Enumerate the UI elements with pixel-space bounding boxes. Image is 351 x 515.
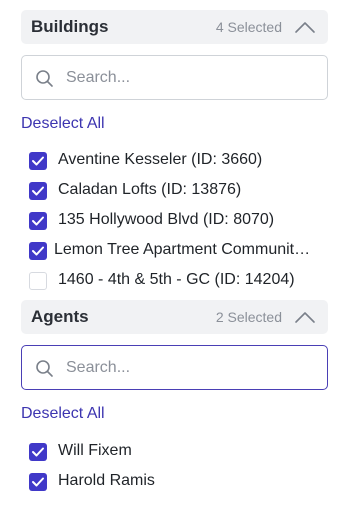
agents-deselect-all-link[interactable]: Deselect All (21, 405, 105, 423)
checkmark-icon (32, 156, 44, 166)
agents-selected-count: 2 Selected (215, 309, 282, 325)
buildings-title: Buildings (31, 17, 109, 36)
building-option-label: Lemon Tree Apartment Communit… (54, 241, 311, 258)
list-clip-fade (0, 290, 351, 298)
checkbox-unchecked[interactable] (29, 272, 47, 290)
checkmark-icon (32, 186, 44, 196)
agent-option[interactable]: Harold Ramis (29, 471, 327, 495)
checkbox-checked[interactable] (29, 473, 47, 491)
building-option[interactable]: Lemon Tree Apartment Communit… (29, 240, 327, 264)
building-option-label: 135 Hollywood Blvd (ID: 8070) (58, 211, 275, 228)
checkmark-icon (32, 246, 44, 256)
checkbox-checked[interactable] (29, 443, 47, 461)
checkbox-checked[interactable] (29, 242, 47, 260)
checkbox-checked[interactable] (29, 152, 47, 170)
checkmark-icon (32, 216, 44, 226)
building-option-label: Caladan Lofts (ID: 13876) (58, 181, 242, 198)
agent-option-label: Harold Ramis (58, 472, 155, 489)
buildings-section-header[interactable]: Buildings 4 Selected (21, 10, 328, 44)
agents-title: Agents (31, 307, 89, 326)
chevron-up-icon[interactable] (294, 309, 316, 325)
buildings-selected-count: 4 Selected (215, 19, 282, 35)
building-option-label: 1460 - 4th & 5th - GC (ID: 14204) (58, 271, 295, 288)
buildings-search-input[interactable] (66, 66, 316, 90)
checkbox-checked[interactable] (29, 182, 47, 200)
agents-search-box[interactable] (21, 345, 328, 390)
checkmark-icon (32, 477, 44, 487)
building-option-label: Aventine Kesseler (ID: 3660) (58, 151, 263, 168)
buildings-deselect-all-link[interactable]: Deselect All (21, 115, 105, 133)
building-option[interactable]: 135 Hollywood Blvd (ID: 8070) (29, 210, 327, 234)
checkbox-checked[interactable] (29, 212, 47, 230)
agent-option[interactable]: Will Fixem (29, 441, 327, 465)
agent-option-label: Will Fixem (58, 442, 132, 459)
buildings-search-box[interactable] (21, 55, 328, 100)
building-option[interactable]: Aventine Kesseler (ID: 3660) (29, 150, 327, 174)
checkmark-icon (32, 447, 44, 457)
chevron-up-icon[interactable] (294, 19, 316, 35)
agents-section-header[interactable]: Agents 2 Selected (21, 300, 328, 334)
search-icon (35, 359, 54, 378)
building-option[interactable]: Caladan Lofts (ID: 13876) (29, 180, 327, 204)
search-icon (35, 69, 54, 88)
agents-search-input[interactable] (66, 356, 316, 380)
